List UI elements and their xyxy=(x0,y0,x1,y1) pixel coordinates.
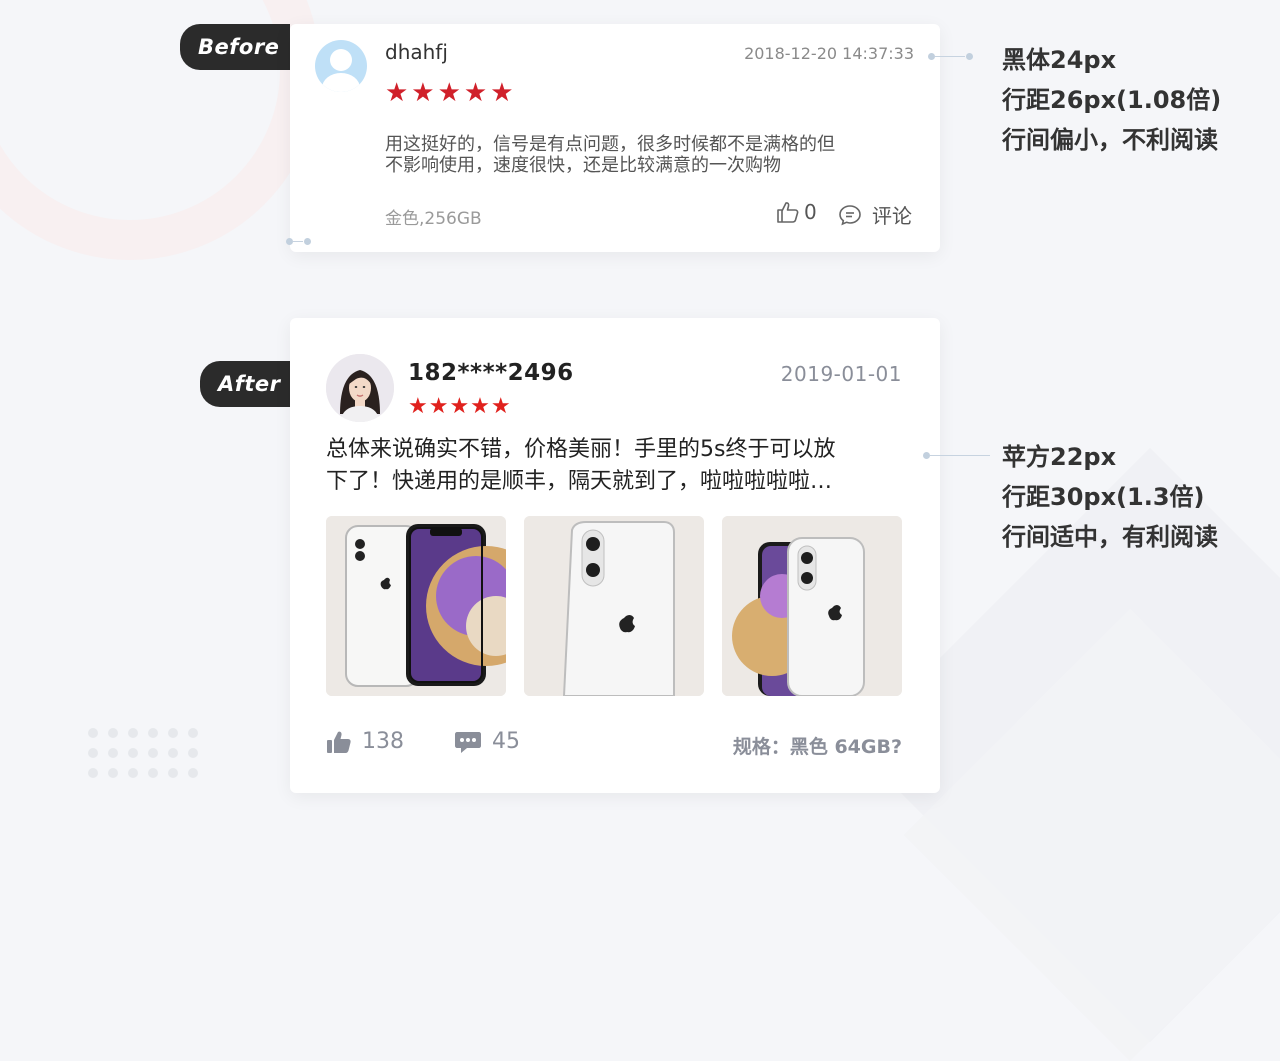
comment-bubble-icon xyxy=(839,204,861,225)
thumbs-up-outline-icon xyxy=(777,202,799,223)
like-count: 0 xyxy=(804,200,817,224)
connector-dot xyxy=(928,53,935,60)
star-rating: ★★★★★ xyxy=(385,78,517,108)
before-tag: Before xyxy=(180,24,290,70)
star-rating: ★★★★★ xyxy=(408,394,512,419)
annotation-line: 行间适中，有利阅读 xyxy=(1002,523,1218,551)
review-date: 2019-01-01 xyxy=(780,362,902,386)
after-annotation: 苹方22px 行距30px(1.3倍) 行间适中，有利阅读 xyxy=(1002,437,1218,557)
review-text-line: 不影响使用，速度很快，还是比较满意的一次购物 xyxy=(385,155,781,176)
review-photo-pair[interactable] xyxy=(722,516,902,696)
product-spec: 金色,256GB xyxy=(385,209,482,229)
review-image-strip xyxy=(326,516,902,696)
default-avatar-icon xyxy=(315,40,367,92)
annotation-line: 行间偏小，不利阅读 xyxy=(1002,126,1218,154)
thumbs-up-icon xyxy=(327,731,351,753)
before-review-card: dhahfj 2018-12-20 14:37:33 ★★★★★ 用这挺好的，信… xyxy=(290,24,940,252)
background-dot-grid xyxy=(88,728,198,778)
user-avatar-photo xyxy=(326,354,394,422)
comment-bubble-icon xyxy=(455,731,481,753)
before-annotation: 黑体24px 行距26px(1.08倍) 行间偏小，不利阅读 xyxy=(1002,40,1221,160)
like-count: 138 xyxy=(362,729,404,754)
connector-line xyxy=(293,241,303,242)
review-photo-back[interactable] xyxy=(524,516,704,696)
annotation-line: 行距30px(1.3倍) xyxy=(1002,483,1205,511)
like-button[interactable]: 0 xyxy=(776,200,817,224)
product-spec: 规格：黑色 64GB? xyxy=(732,736,902,758)
review-text: 总体来说确实不错，价格美丽！手里的5s终于可以放 下了！快递用的是顺丰，隔天就到… xyxy=(326,434,906,498)
connector-dot xyxy=(286,238,293,245)
review-timestamp: 2018-12-20 14:37:33 xyxy=(744,44,914,63)
annotation-line: 苹方22px xyxy=(1002,443,1117,471)
comment-count: 45 xyxy=(492,729,520,754)
reviewer-name: dhahfj xyxy=(385,40,448,64)
like-button[interactable]: 138 xyxy=(326,729,404,754)
connector-line xyxy=(930,455,990,456)
review-photo-front-back[interactable] xyxy=(326,516,506,696)
review-text-line: 用这挺好的，信号是有点问题，很多时候都不是满格的但 xyxy=(385,134,835,155)
annotation-line: 黑体24px xyxy=(1002,46,1117,74)
comment-button[interactable]: 评论 xyxy=(838,200,912,229)
connector-dot xyxy=(923,452,930,459)
connector-line xyxy=(935,56,965,57)
connector-dot xyxy=(966,53,973,60)
after-review-card: 182****2496 2019-01-01 ★★★★★ 总体来说确实不错，价格… xyxy=(290,318,940,793)
annotation-line: 行距26px(1.08倍) xyxy=(1002,86,1222,114)
after-tag: After xyxy=(200,361,290,407)
review-text-line: 总体来说确实不错，价格美丽！手里的5s终于可以放 xyxy=(326,437,836,462)
comment-label: 评论 xyxy=(872,204,912,228)
comment-button[interactable]: 45 xyxy=(454,729,520,754)
review-text: 用这挺好的，信号是有点问题，很多时候都不是满格的但 不影响使用，速度很快，还是比… xyxy=(385,134,905,176)
connector-dot xyxy=(304,238,311,245)
reviewer-name: 182****2496 xyxy=(408,360,574,386)
review-text-line: 下了！快递用的是顺丰，隔天就到了，啦啦啦啦啦… xyxy=(326,469,833,494)
